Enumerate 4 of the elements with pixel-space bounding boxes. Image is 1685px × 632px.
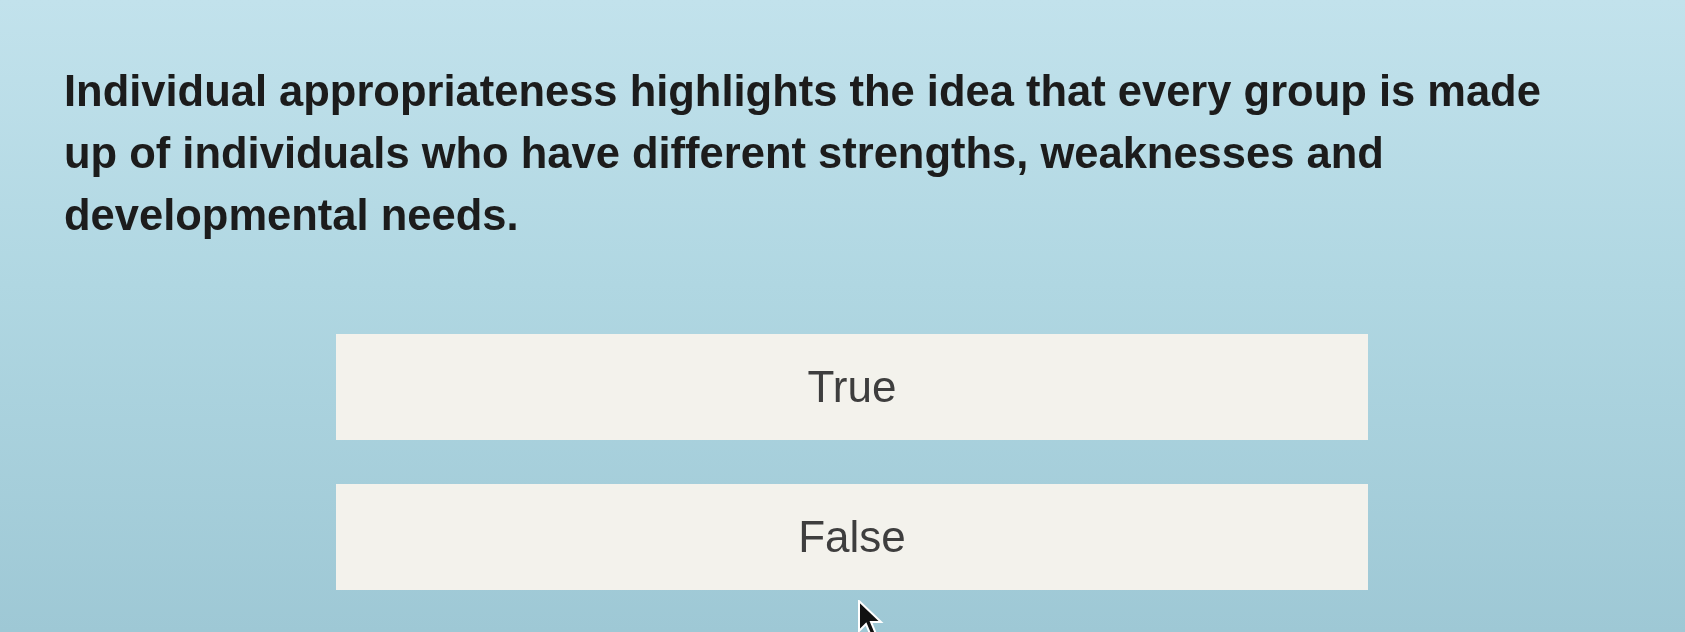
question-text: Individual appropriateness highlights the idea that every group is made up of individuals who have different strengths, weaknesses and developmental needs. (64, 66, 1542, 241)
answer-option[interactable]: False (336, 484, 1368, 590)
mouse-pointer-icon (858, 600, 884, 632)
answer-option[interactable]: True (336, 334, 1368, 440)
